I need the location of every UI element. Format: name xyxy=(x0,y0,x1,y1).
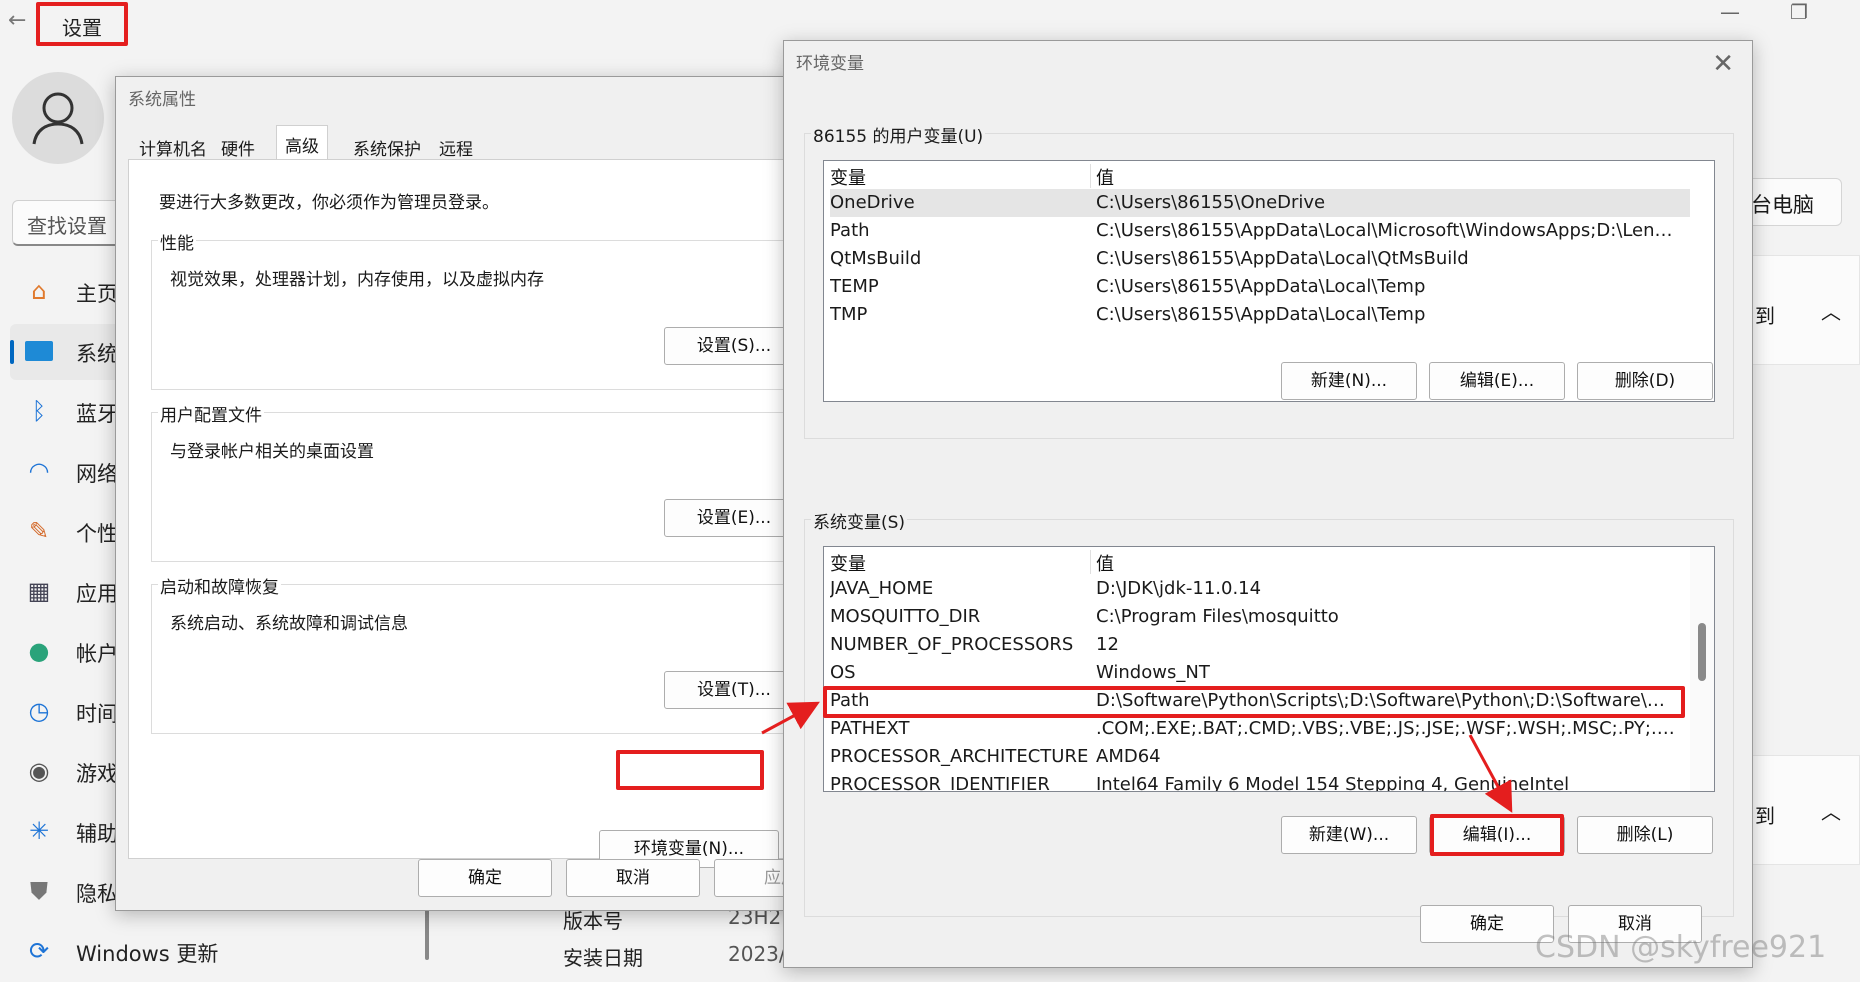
arrow-to-edit-button xyxy=(1468,734,1513,813)
annotation-arrows xyxy=(761,701,1513,813)
arrow-to-path-row xyxy=(761,701,820,735)
watermark: CSDN @skyfree921 xyxy=(1535,930,1827,965)
